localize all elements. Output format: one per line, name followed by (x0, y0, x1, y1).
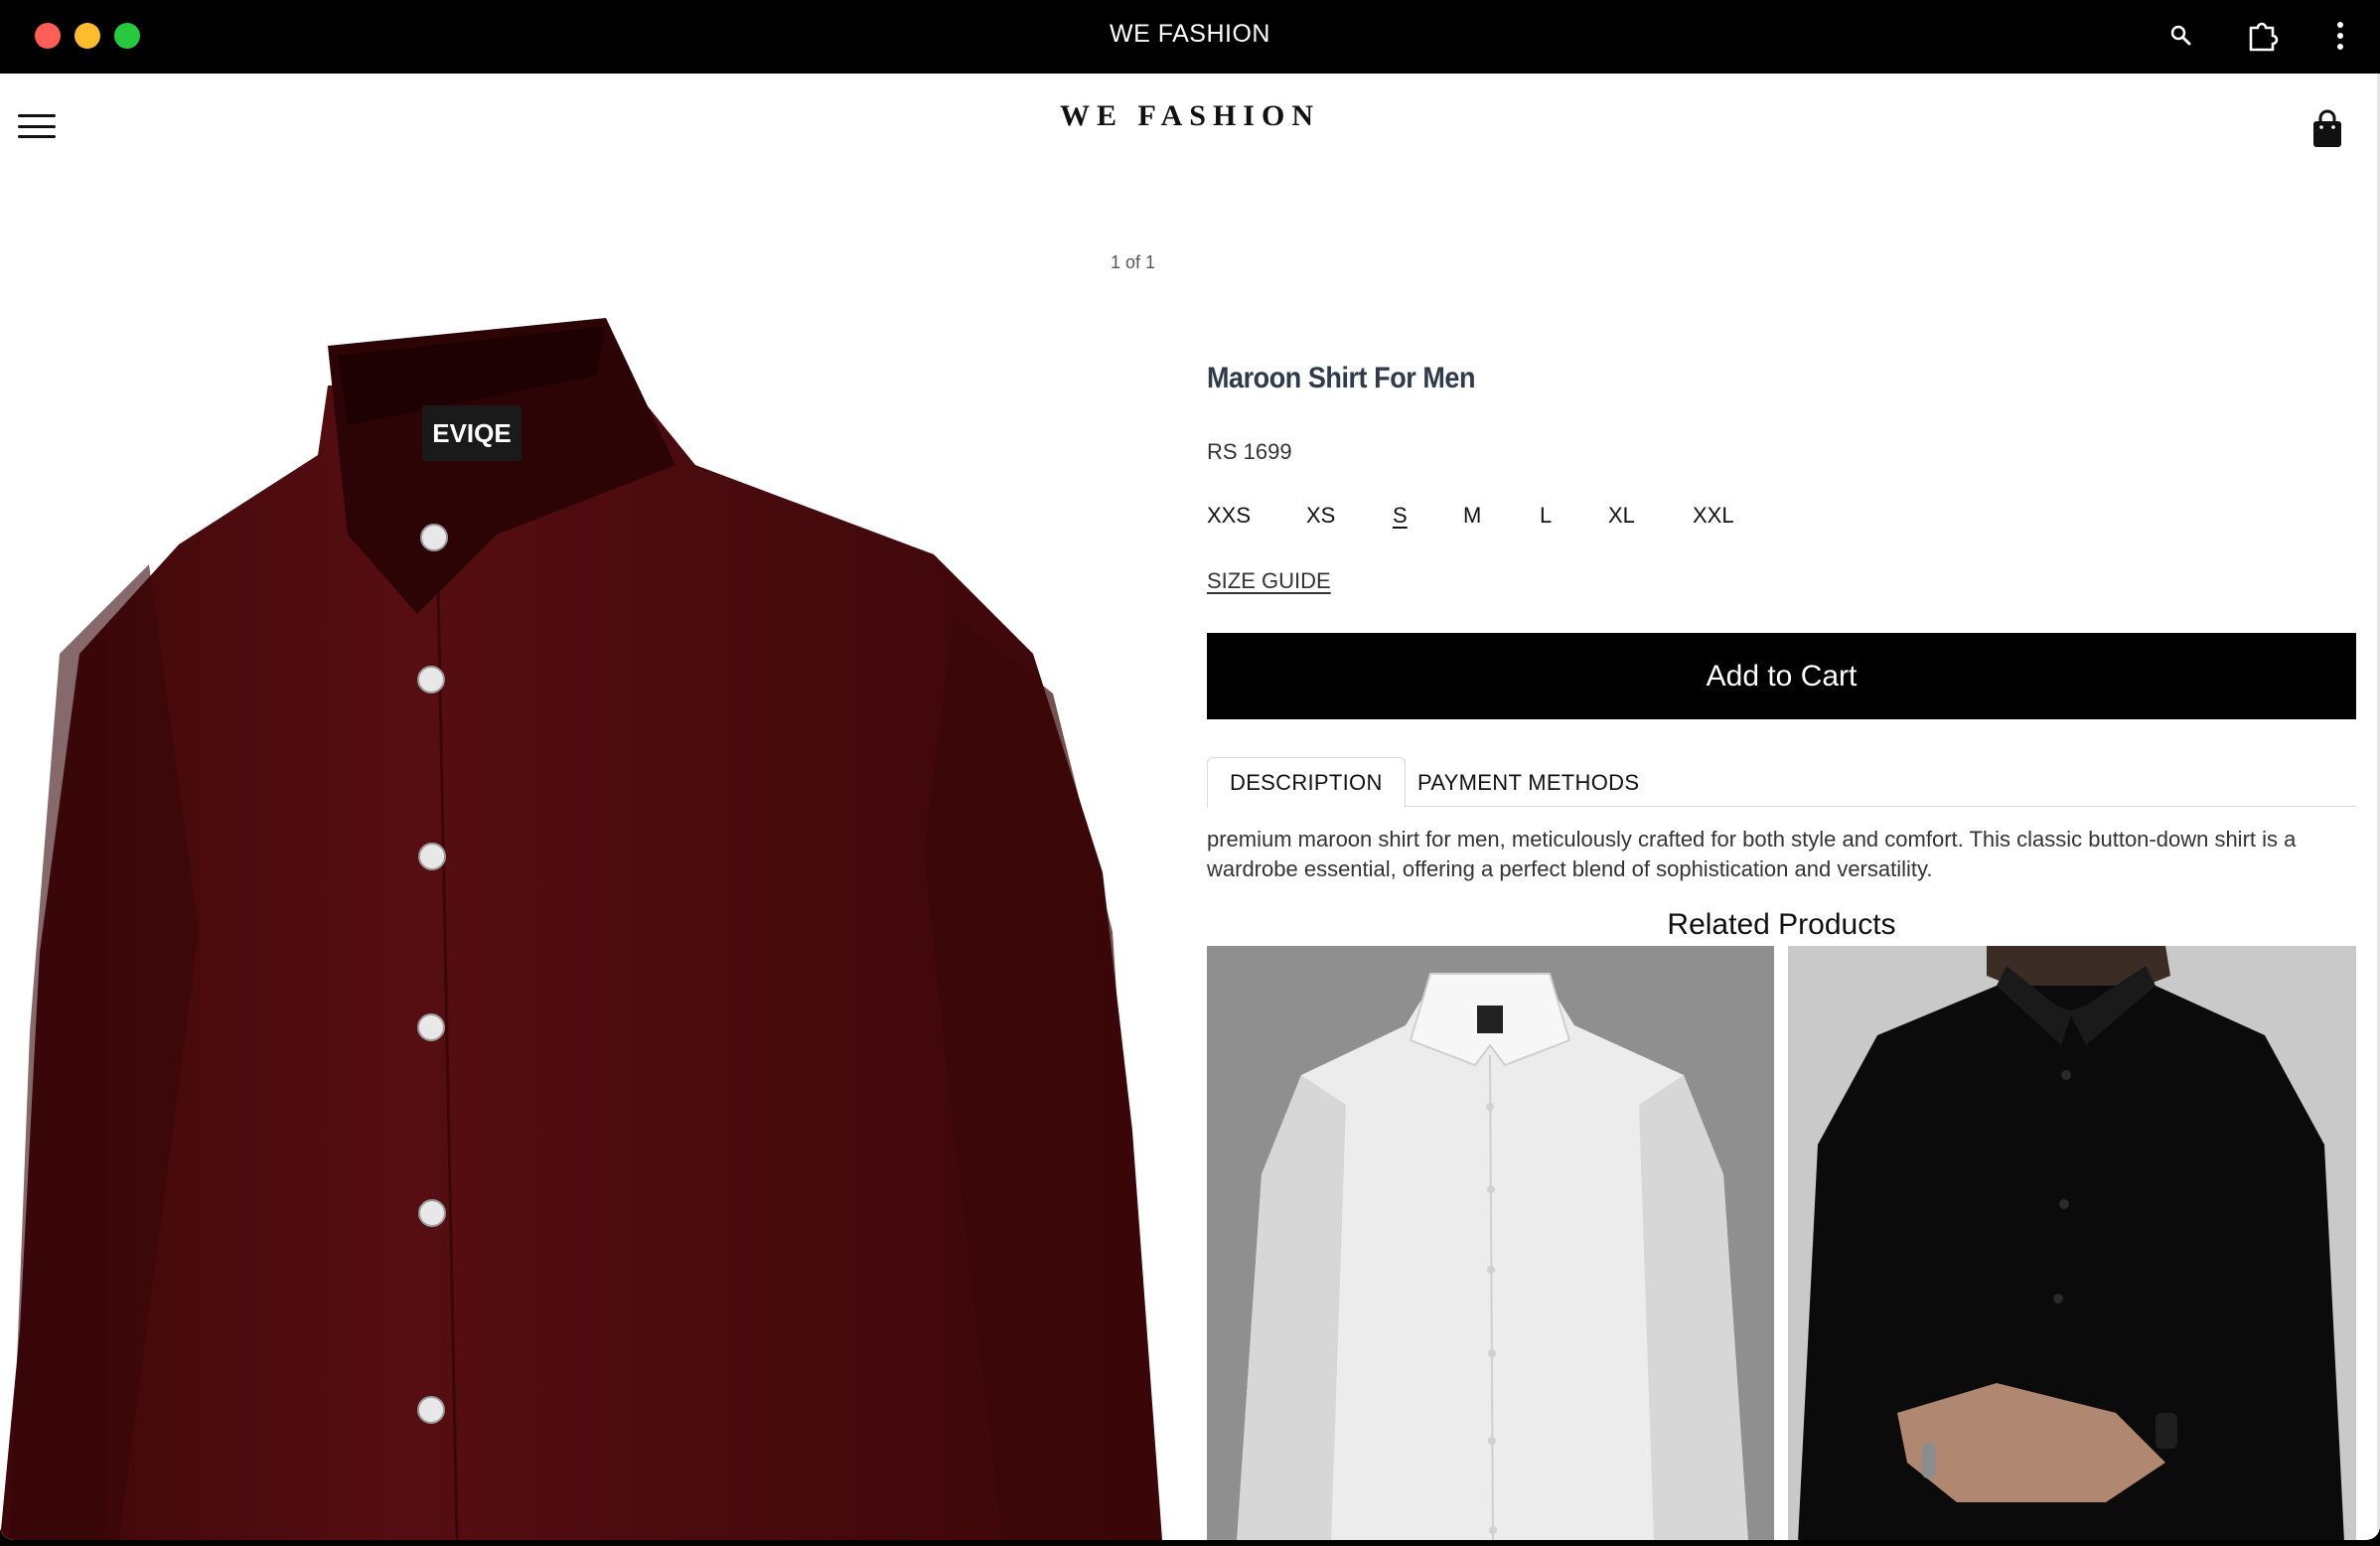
product-image[interactable]: EVIQE (0, 236, 1172, 1540)
size-option-xxs[interactable]: XXS (1207, 503, 1251, 529)
size-option-xs[interactable]: XS (1306, 503, 1335, 529)
tab-description[interactable]: DESCRIPTION (1207, 757, 1406, 808)
window-titlebar: WE FASHION (0, 0, 2380, 74)
more-options-icon[interactable] (2320, 16, 2360, 56)
size-guide-link[interactable]: SIZE GUIDE (1207, 568, 1331, 594)
garment-label-text: EVIQE (432, 418, 511, 448)
search-icon[interactable] (2161, 16, 2201, 56)
image-counter: 1 of 1 (1111, 252, 1156, 272)
size-option-s[interactable]: S (1393, 503, 1408, 529)
brand-logo[interactable]: WE FASHION (0, 99, 2380, 133)
shopping-bag-icon[interactable] (2310, 109, 2344, 149)
product-tabs: DESCRIPTION PAYMENT METHODS (1207, 757, 2356, 808)
size-option-xl[interactable]: XL (1608, 503, 1635, 529)
related-product-black-shirt[interactable] (1788, 946, 2356, 1540)
tab-payment-methods[interactable]: PAYMENT METHODS (1396, 757, 1661, 808)
window-title: WE FASHION (1110, 20, 1270, 48)
product-price: RS 1699 (1207, 439, 1292, 464)
related-products-heading: Related Products (1667, 908, 1896, 941)
black-shirt-image (1788, 946, 2356, 1540)
size-option-xxl[interactable]: XXL (1693, 503, 1734, 529)
white-shirt-image (1207, 946, 1774, 1540)
extensions-icon[interactable] (2243, 16, 2283, 56)
maroon-shirt-illustration: EVIQE (0, 236, 1172, 1540)
size-option-l[interactable]: L (1540, 503, 1552, 529)
size-option-m[interactable]: M (1463, 503, 1481, 529)
add-to-cart-button[interactable]: Add to Cart (1207, 633, 2356, 719)
related-product-white-shirt[interactable] (1207, 946, 1774, 1540)
page: WE FASHION EVIQE 1 of 1 Maroon Shirt For… (0, 74, 2380, 1540)
product-title: Maroon Shirt For Men (1207, 362, 1475, 394)
product-description: premium maroon shirt for men, meticulous… (1207, 827, 2297, 881)
